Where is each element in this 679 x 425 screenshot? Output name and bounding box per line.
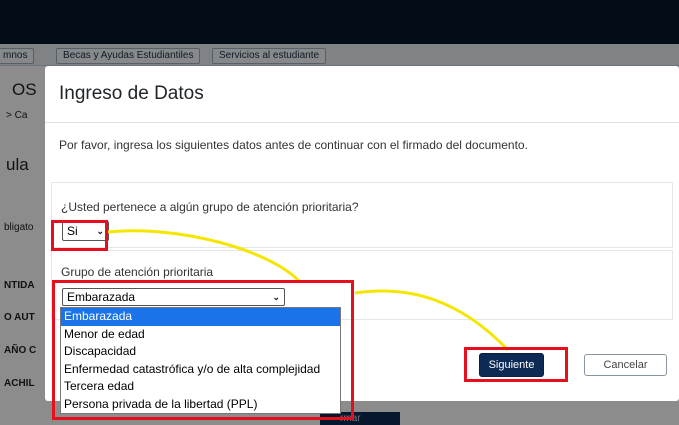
highlight-si-select: [51, 220, 108, 251]
highlight-next-button: [464, 347, 568, 382]
arrow-si-to-group: [107, 229, 302, 284]
highlight-group-dropdown: [52, 280, 354, 420]
arrow-group-to-next: [354, 289, 510, 352]
